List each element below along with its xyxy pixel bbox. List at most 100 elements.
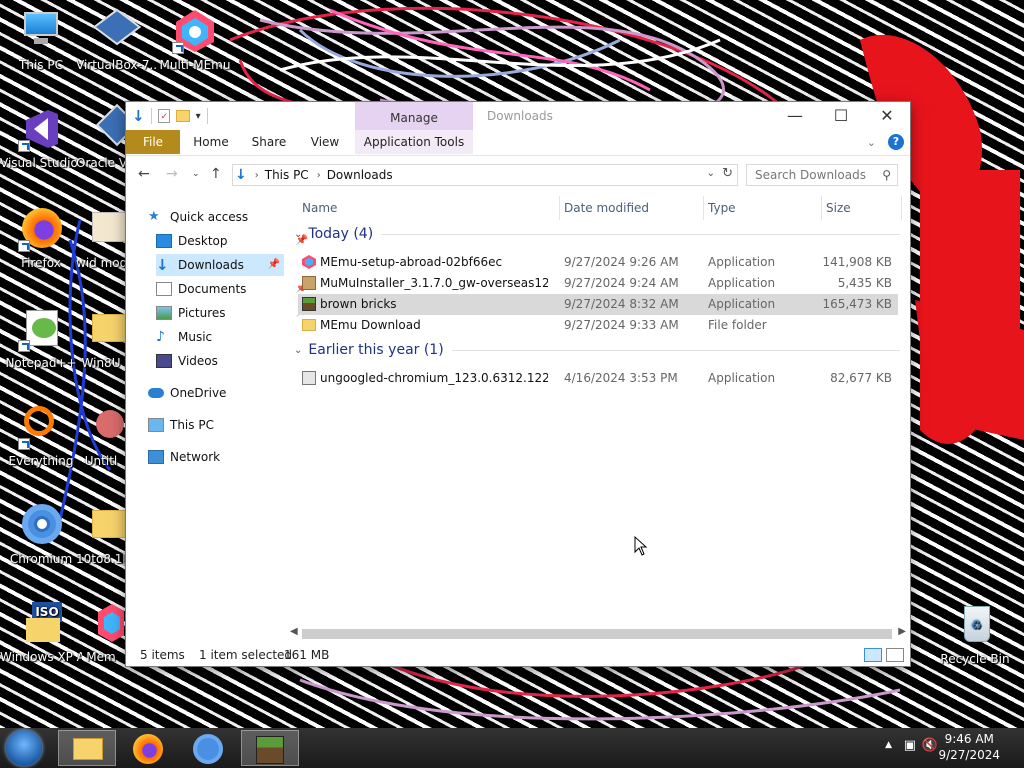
scroll-right-icon[interactable]: ▶ [898, 626, 906, 637]
nav-this-pc[interactable]: This PC [148, 414, 304, 436]
window-title: Downloads [487, 109, 553, 123]
desktop-icon-untitled[interactable]: Untitl [76, 404, 126, 468]
network-icon[interactable]: ▣ [904, 738, 916, 753]
desktop-icon-wid[interactable]: wid mode [76, 206, 126, 270]
desktop-icon-firefox[interactable]: Firefox [0, 206, 82, 270]
desktop-icon-multi-memu[interactable]: Multi-MEmu [154, 8, 236, 72]
tab-share[interactable]: Share [246, 130, 292, 154]
desktop-icon-10to8[interactable]: 10to8.1[2 [76, 502, 126, 566]
column-header-date[interactable]: Date modified [560, 196, 704, 220]
expand-ribbon-icon[interactable]: ⌄ [867, 136, 876, 149]
breadcrumb-downloads[interactable]: Downloads [327, 168, 393, 182]
memu-icon [172, 8, 218, 54]
breadcrumb-this-pc[interactable]: This PC [265, 168, 309, 182]
desktop-icon-virtualbox[interactable]: VirtualBox-7... [76, 8, 158, 72]
quick-access-toolbar: ↓ ✓ ▾ [132, 107, 208, 125]
start-button[interactable] [6, 730, 42, 766]
videos-icon [156, 354, 172, 368]
desktop-icon-memu[interactable]: Mem [76, 600, 126, 664]
desktop-icon-win8[interactable]: Win8U [76, 306, 126, 370]
refresh-icon[interactable]: ↻ [722, 166, 733, 181]
nav-item-documents[interactable]: Documents 📌 [156, 278, 312, 300]
address-dropdown-icon[interactable]: ⌄ [707, 168, 715, 179]
maximize-button[interactable]: ☐ [818, 102, 864, 130]
group-earlier-this-year[interactable]: ⌄ Earlier this year (1) [294, 342, 900, 358]
scroll-left-icon[interactable]: ◀ [290, 626, 298, 637]
minimize-button[interactable]: — [772, 102, 818, 130]
monitor-icon [148, 418, 164, 432]
taskbar-brown-bricks[interactable] [241, 730, 299, 766]
recent-locations-button[interactable]: ⌄ [192, 169, 200, 179]
navigation-pane: ★ Quick access Desktop 📌 ↓ Downloads 📌 D… [126, 192, 308, 632]
tab-view[interactable]: View [302, 130, 348, 154]
new-folder-icon[interactable] [175, 110, 190, 122]
memu-icon [78, 600, 126, 646]
firefox-icon [18, 206, 64, 252]
taskbar: ▲ ▣ 🔇 9:46 AM 9/27/2024 [0, 728, 1024, 768]
desktop-icon-notepadpp[interactable]: Notepad++ [0, 306, 82, 370]
help-icon[interactable]: ? [888, 134, 904, 150]
mouse-cursor-icon [634, 536, 648, 556]
image-icon [78, 404, 124, 450]
volume-muted-icon[interactable]: 🔇 [922, 738, 938, 753]
pin-icon: 📌 [267, 259, 280, 270]
desktop-icon-visual-studio[interactable]: Visual Studio 2017 [0, 106, 82, 170]
file-row[interactable]: MEmu-setup-abroad-02bf66ec 9/27/2024 9:2… [298, 252, 898, 273]
taskbar-file-explorer[interactable] [58, 730, 116, 766]
group-today[interactable]: ⌄ Today (4) [294, 226, 900, 242]
address-row: ← → ⌄ ↑ ↓ › This PC › Downloads ⌄ ↻ Sear… [126, 156, 910, 192]
taskbar-chromium[interactable] [180, 730, 238, 766]
nav-item-desktop[interactable]: Desktop 📌 [156, 230, 312, 252]
back-button[interactable]: ← [138, 166, 150, 182]
tab-home[interactable]: Home [188, 130, 234, 154]
horizontal-scrollbar[interactable]: ◀ ▶ [286, 626, 910, 641]
monitor-icon [18, 8, 64, 54]
documents-icon [156, 282, 172, 296]
up-button[interactable]: ↑ [210, 166, 222, 182]
clock[interactable]: 9:46 AM 9/27/2024 [938, 731, 1000, 763]
column-header-size[interactable]: Size [822, 196, 902, 220]
nav-network[interactable]: Network [148, 446, 304, 468]
column-header-name[interactable]: Name [298, 196, 560, 220]
down-arrow-icon[interactable]: ↓ [132, 107, 145, 125]
tab-application-tools[interactable]: Application Tools [355, 130, 473, 154]
desktop-icon-recycle-bin[interactable]: ♻ Recycle Bin [934, 602, 1016, 666]
chromium-icon [18, 502, 64, 548]
search-input[interactable]: Search Downloads ⚲ [746, 164, 898, 186]
taskbar-firefox[interactable] [120, 730, 178, 766]
block-icon [256, 736, 284, 764]
forward-button[interactable]: → [166, 166, 178, 182]
nav-item-downloads[interactable]: ↓ Downloads 📌 [156, 254, 284, 276]
desktop-icon-winxp[interactable]: ISO Windows XP Aero 2 buil... [0, 600, 82, 664]
properties-icon[interactable]: ✓ [157, 109, 170, 123]
nav-quick-access[interactable]: ★ Quick access [148, 206, 304, 228]
virtualbox-icon [92, 8, 142, 54]
manage-tab-header[interactable]: Manage [355, 102, 473, 130]
details-view-button[interactable] [864, 648, 882, 662]
desktop-icon-chromium[interactable]: Chromium [0, 502, 82, 566]
status-selected: 1 item selected [199, 648, 293, 662]
large-icons-view-button[interactable] [886, 648, 904, 662]
show-hidden-icons-icon[interactable]: ▲ [885, 740, 892, 750]
customize-qat-icon[interactable]: ▾ [196, 111, 201, 122]
downloads-icon: ↓ [156, 256, 169, 274]
nav-item-pictures[interactable]: Pictures 📌 [156, 302, 312, 324]
file-row[interactable]: MuMuInstaller_3.1.7.0_gw-overseas12_all.… [298, 273, 898, 294]
close-button[interactable]: ✕ [864, 102, 910, 130]
nav-item-videos[interactable]: Videos [156, 350, 312, 372]
column-header-type[interactable]: Type [704, 196, 822, 220]
file-row[interactable]: ungoogled-chromium_123.0.6312.122-1.... … [298, 368, 898, 389]
folder-icon [78, 306, 126, 352]
tab-file[interactable]: File [126, 130, 180, 154]
status-item-count: 5 items [140, 648, 185, 662]
desktop-icon-this-pc[interactable]: This PC [0, 8, 82, 72]
desktop-icon-everything[interactable]: Everything [0, 404, 82, 468]
file-row[interactable]: MEmu Download 9/27/2024 9:33 AM File fol… [298, 315, 898, 336]
address-bar[interactable]: ↓ › This PC › Downloads ⌄ ↻ [232, 164, 738, 186]
nav-onedrive[interactable]: OneDrive [148, 382, 304, 404]
memu-icon [302, 255, 316, 269]
music-icon: ♪ [156, 329, 165, 345]
file-row[interactable]: brown bricks 9/27/2024 8:32 AM Applicati… [298, 294, 898, 315]
nav-item-music[interactable]: ♪ Music [156, 326, 312, 348]
scrollbar-thumb[interactable] [302, 629, 892, 639]
